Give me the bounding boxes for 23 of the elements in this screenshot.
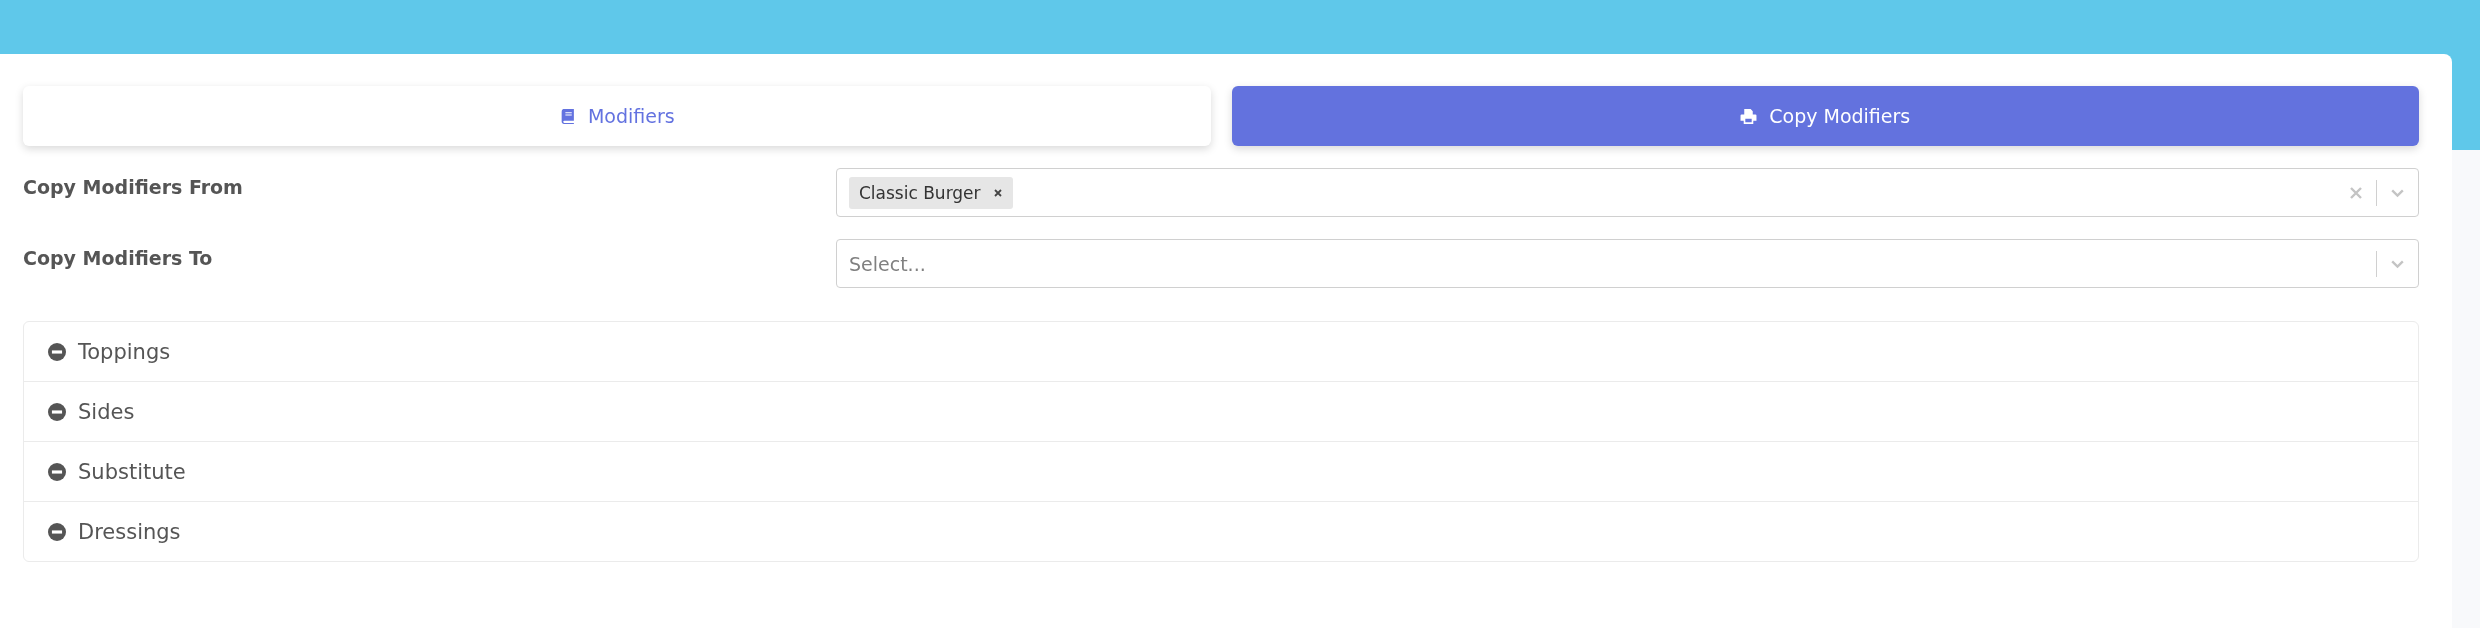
group-row[interactable]: Substitute bbox=[24, 441, 2418, 501]
group-label: Sides bbox=[78, 399, 135, 424]
field-label: Copy Modifiers From bbox=[23, 175, 244, 198]
tab[interactable]: Modifiers bbox=[23, 86, 1211, 146]
group-label: Toppings bbox=[78, 339, 171, 364]
group-row[interactable]: Sides bbox=[24, 381, 2418, 441]
group-row[interactable]: Toppings bbox=[24, 322, 2418, 381]
select-field[interactable]: Classic Burger bbox=[836, 168, 2419, 217]
minus-circle-icon bbox=[48, 402, 66, 421]
remove-icon[interactable] bbox=[992, 187, 1003, 198]
minus-circle-icon bbox=[48, 462, 66, 481]
printer-icon bbox=[1740, 107, 1758, 125]
tag-label: Classic Burger bbox=[859, 182, 981, 203]
group-label: Dressings bbox=[78, 519, 181, 544]
group-row[interactable]: Dressings bbox=[24, 501, 2418, 561]
clear-icon[interactable] bbox=[2347, 184, 2364, 201]
group-label: Substitute bbox=[78, 459, 186, 484]
select-placeholder: Select... bbox=[849, 252, 926, 275]
tab[interactable]: Copy Modifiers bbox=[1231, 86, 2419, 146]
field-label: Copy Modifiers To bbox=[23, 246, 214, 269]
minus-circle-icon bbox=[48, 342, 66, 361]
select-field[interactable]: Select... bbox=[836, 239, 2419, 288]
minus-circle-icon bbox=[48, 522, 66, 541]
